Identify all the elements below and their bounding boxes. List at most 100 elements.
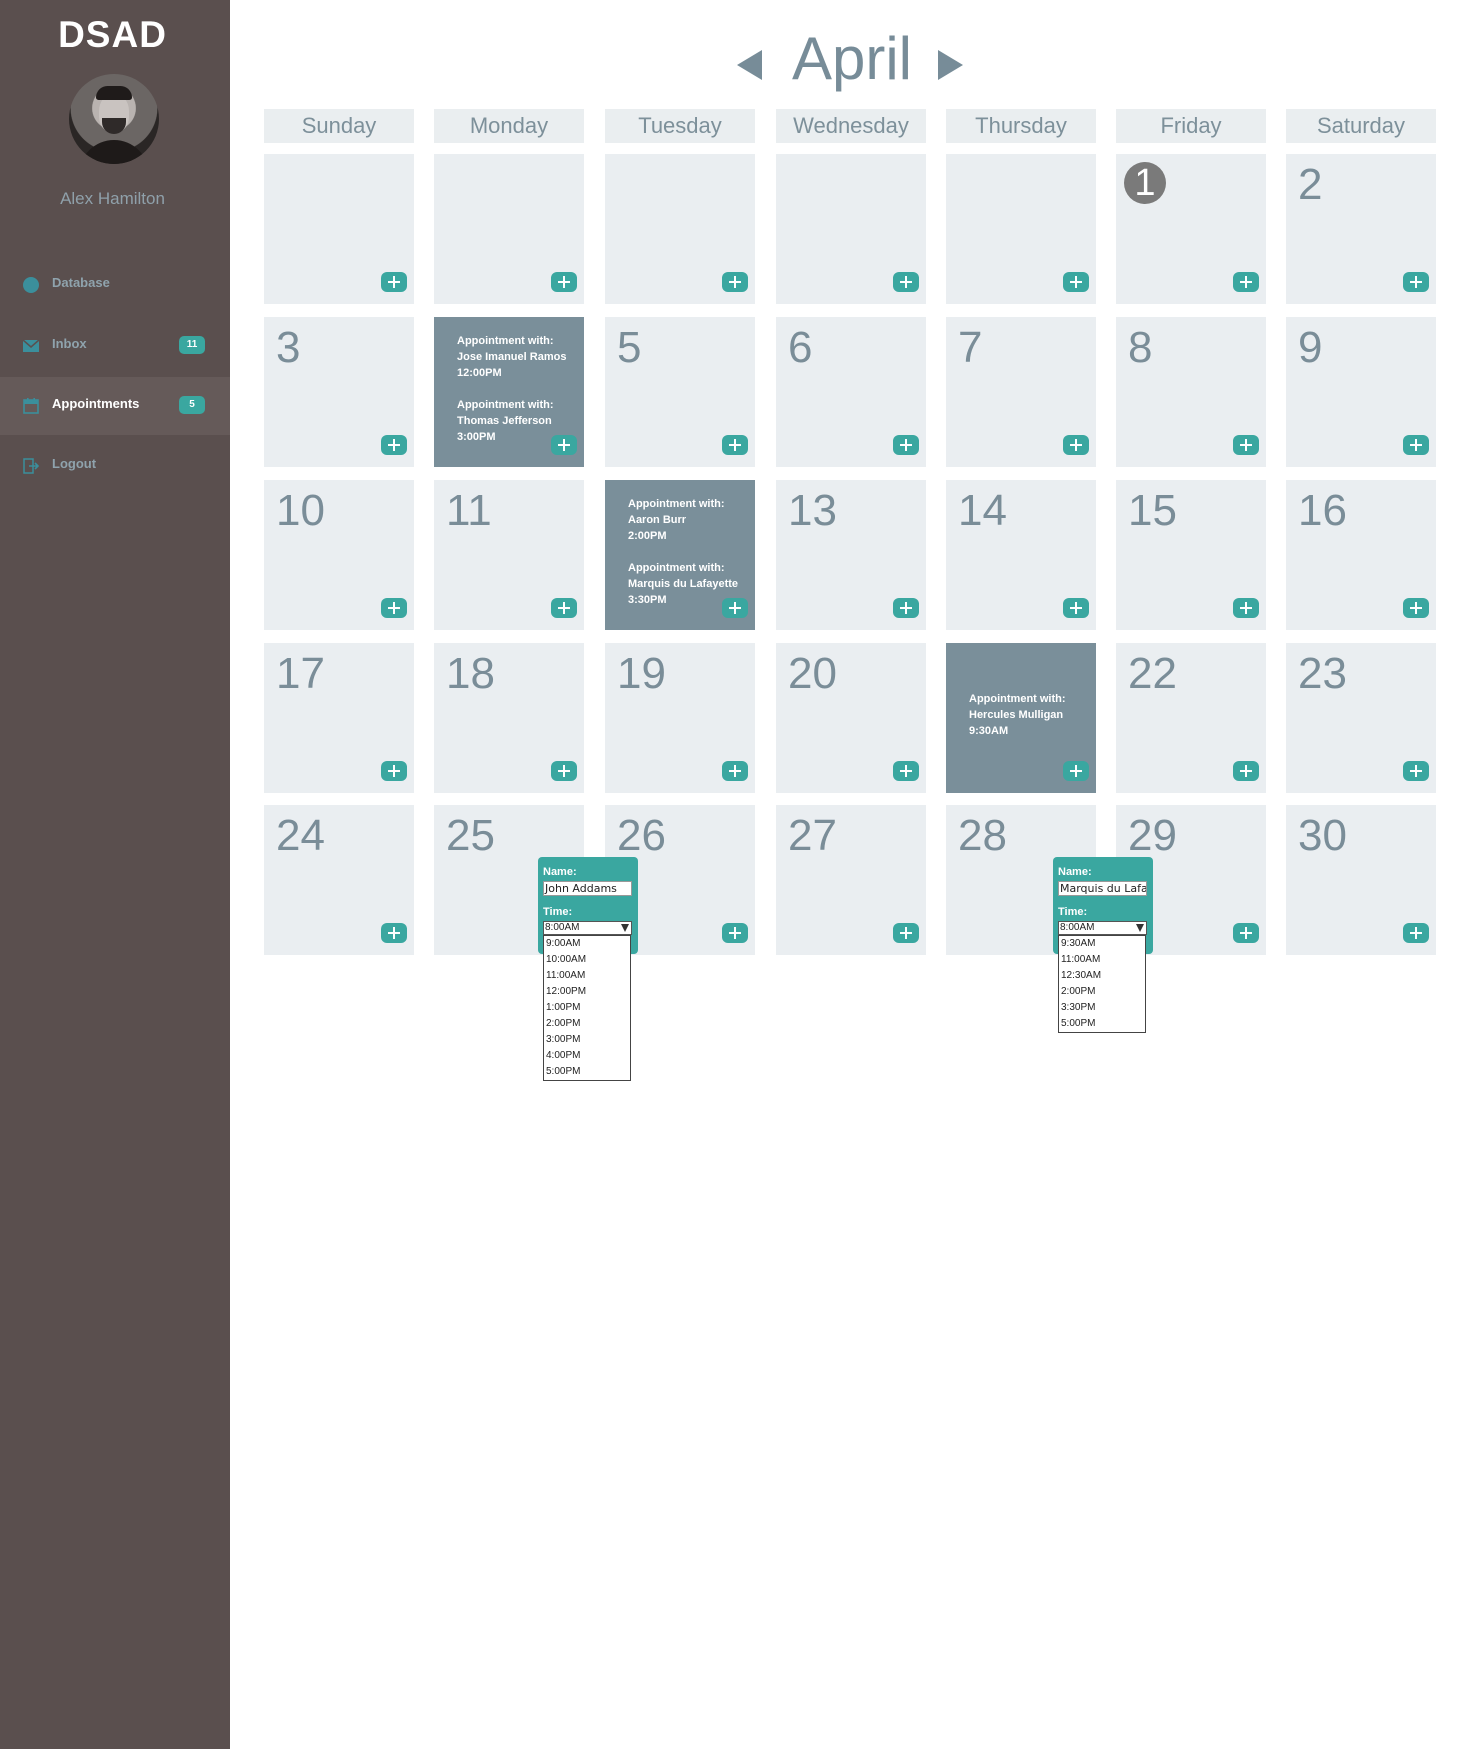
- day-cell-22[interactable]: 22: [1116, 643, 1266, 793]
- day-cell-8[interactable]: 8: [1116, 317, 1266, 467]
- day-number: 8: [1128, 323, 1153, 372]
- day-number: 9: [1298, 323, 1323, 372]
- time-option[interactable]: 2:00PM: [1059, 984, 1145, 1000]
- day-cell-12[interactable]: Appointment with: Aaron Burr 2:00PM Appoint…: [605, 480, 755, 630]
- day-cell-2[interactable]: 2: [1286, 154, 1436, 304]
- nav-item-logout[interactable]: Logout: [0, 437, 230, 495]
- day-cell-empty[interactable]: [605, 154, 755, 304]
- time-select[interactable]: 8:00AM: [1058, 921, 1147, 935]
- day-cell-1[interactable]: 1: [1116, 154, 1266, 304]
- name-input[interactable]: Marquis du Lafay: [1058, 881, 1147, 896]
- time-option[interactable]: 9:00AM: [544, 936, 630, 952]
- day-cell-20[interactable]: 20: [776, 643, 926, 793]
- day-cell-empty[interactable]: [264, 154, 414, 304]
- add-appointment-button[interactable]: [1233, 272, 1259, 292]
- day-cell-27[interactable]: 27: [776, 805, 926, 955]
- add-appointment-button[interactable]: [1403, 923, 1429, 943]
- day-cell-10[interactable]: 10: [264, 480, 414, 630]
- previous-month-icon[interactable]: [737, 50, 762, 80]
- day-cell-23[interactable]: 23: [1286, 643, 1436, 793]
- add-appointment-button[interactable]: [1403, 435, 1429, 455]
- day-cell-14[interactable]: 14: [946, 480, 1096, 630]
- day-cell-17[interactable]: 17: [264, 643, 414, 793]
- add-appointment-button[interactable]: [893, 272, 919, 292]
- day-cell-4[interactable]: Appointment with: Jose Imanuel Ramos 12:00…: [434, 317, 584, 467]
- add-appointment-button[interactable]: [1403, 761, 1429, 781]
- name-input[interactable]: John Addams: [543, 881, 632, 896]
- add-appointment-button[interactable]: [551, 272, 577, 292]
- day-cell-18[interactable]: 18: [434, 643, 584, 793]
- time-option[interactable]: 3:00PM: [544, 1032, 630, 1048]
- time-option[interactable]: 5:00PM: [1059, 1016, 1145, 1032]
- circle-icon: [23, 277, 39, 293]
- day-cell-7[interactable]: 7: [946, 317, 1096, 467]
- appointment-details[interactable]: Appointment with: Hercules Mulligan 9:30AM: [969, 691, 1091, 739]
- add-appointment-button[interactable]: [722, 598, 748, 618]
- appointment-details[interactable]: Appointment with: Jose Imanuel Ramos 12:00…: [457, 333, 579, 445]
- day-cell-21[interactable]: Appointment with: Hercules Mulligan 9:30AM: [946, 643, 1096, 793]
- day-cell-15[interactable]: 15: [1116, 480, 1266, 630]
- add-appointment-button[interactable]: [722, 435, 748, 455]
- time-option[interactable]: 12:00PM: [544, 984, 630, 1000]
- add-appointment-button[interactable]: [1403, 272, 1429, 292]
- time-option[interactable]: 3:30PM: [1059, 1000, 1145, 1016]
- add-appointment-button[interactable]: [381, 435, 407, 455]
- add-appointment-button[interactable]: [1233, 923, 1259, 943]
- time-option[interactable]: 9:30AM: [1059, 936, 1145, 952]
- add-appointment-button[interactable]: [1233, 435, 1259, 455]
- add-appointment-button[interactable]: [893, 923, 919, 943]
- brand-title: DSAD: [58, 14, 167, 55]
- day-cell-empty[interactable]: [946, 154, 1096, 304]
- add-appointment-button[interactable]: [893, 761, 919, 781]
- nav-item-database[interactable]: Database: [0, 256, 230, 314]
- time-option[interactable]: 1:00PM: [544, 1000, 630, 1016]
- add-appointment-button[interactable]: [1063, 272, 1089, 292]
- add-appointment-button[interactable]: [551, 761, 577, 781]
- add-appointment-button[interactable]: [722, 272, 748, 292]
- day-number: 5: [617, 323, 642, 372]
- time-option[interactable]: 4:00PM: [544, 1048, 630, 1064]
- add-appointment-button[interactable]: [1063, 761, 1089, 781]
- add-appointment-button[interactable]: [381, 598, 407, 618]
- day-cell-6[interactable]: 6: [776, 317, 926, 467]
- time-option[interactable]: 5:00PM: [544, 1064, 630, 1080]
- day-cell-13[interactable]: 13: [776, 480, 926, 630]
- time-option[interactable]: 12:30AM: [1059, 968, 1145, 984]
- nav-item-inbox[interactable]: Inbox 11: [0, 317, 230, 375]
- add-appointment-button[interactable]: [1233, 598, 1259, 618]
- day-cell-9[interactable]: 9: [1286, 317, 1436, 467]
- add-appointment-button[interactable]: [551, 435, 577, 455]
- add-appointment-button[interactable]: [893, 598, 919, 618]
- add-appointment-button[interactable]: [1233, 761, 1259, 781]
- time-option[interactable]: 2:00PM: [544, 1016, 630, 1032]
- add-appointment-button[interactable]: [893, 435, 919, 455]
- day-cell-5[interactable]: 5: [605, 317, 755, 467]
- add-appointment-button[interactable]: [1063, 435, 1089, 455]
- appointment-line: Appointment with:: [457, 399, 554, 411]
- add-appointment-button[interactable]: [381, 761, 407, 781]
- day-cell-24[interactable]: 24: [264, 805, 414, 955]
- nav-item-appointments[interactable]: Appointments 5: [0, 377, 230, 435]
- next-month-icon[interactable]: [938, 50, 963, 80]
- time-select[interactable]: 8:00AM: [543, 921, 632, 935]
- day-number: 27: [788, 811, 837, 860]
- add-appointment-button[interactable]: [381, 272, 407, 292]
- add-appointment-button[interactable]: [722, 761, 748, 781]
- add-appointment-button[interactable]: [1403, 598, 1429, 618]
- add-appointment-button[interactable]: [381, 923, 407, 943]
- day-cell-19[interactable]: 19: [605, 643, 755, 793]
- day-cell-11[interactable]: 11: [434, 480, 584, 630]
- day-cell-empty[interactable]: [776, 154, 926, 304]
- day-cell-empty[interactable]: [434, 154, 584, 304]
- add-appointment-button[interactable]: [1063, 598, 1089, 618]
- day-cell-16[interactable]: 16: [1286, 480, 1436, 630]
- time-option[interactable]: 11:00AM: [1059, 952, 1145, 968]
- day-cell-3[interactable]: 3: [264, 317, 414, 467]
- appointment-details[interactable]: Appointment with: Aaron Burr 2:00PM Appoint…: [628, 496, 750, 608]
- time-option[interactable]: 11:00AM: [544, 968, 630, 984]
- add-appointment-button[interactable]: [551, 598, 577, 618]
- day-cell-30[interactable]: 30: [1286, 805, 1436, 955]
- time-option[interactable]: 10:00AM: [544, 952, 630, 968]
- add-appointment-button[interactable]: [722, 923, 748, 943]
- selected-time: 8:00AM: [545, 922, 580, 933]
